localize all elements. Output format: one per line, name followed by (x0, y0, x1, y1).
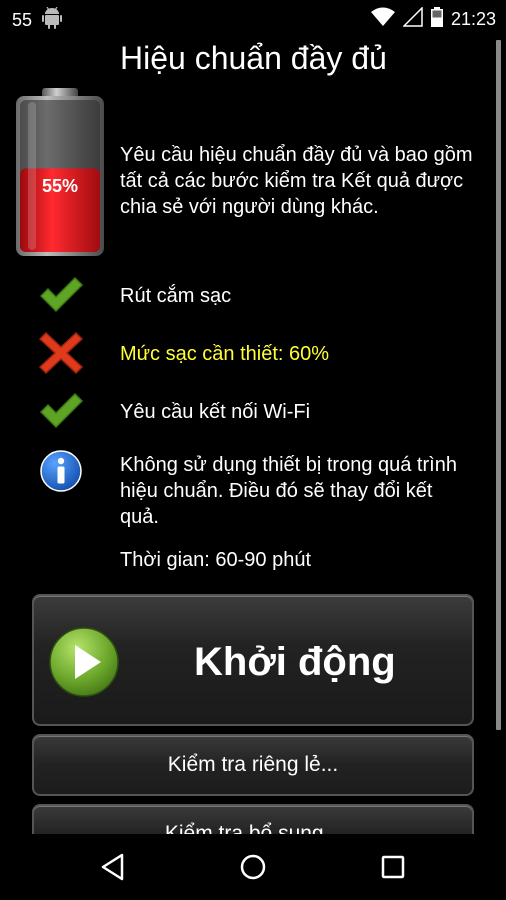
status-bar-right: 21:23 (370, 6, 496, 32)
status-bar-left: 55 (12, 6, 63, 34)
requirement-text: Rút cắm sạc (120, 285, 232, 307)
wifi-icon (370, 7, 395, 32)
requirement-text-line: quả. (120, 506, 159, 528)
recents-icon[interactable] (378, 852, 408, 882)
check-icon (38, 272, 84, 318)
cross-icon (38, 330, 84, 376)
notification-count: 55 (12, 10, 33, 30)
requirement-text-line: hiệu chuẩn. Điều đó sẽ thay đổi kết (120, 480, 433, 502)
scrollbar[interactable] (496, 40, 501, 730)
battery-percent-label: 55% (41, 176, 79, 196)
requirement-text: Mức sạc cần thiết: 60% (120, 343, 330, 365)
check-icon (38, 388, 84, 434)
page-title: Hiệu chuẩn đầy đủ (120, 40, 387, 76)
requirement-text: Yêu cầu kết nối Wi-Fi (120, 401, 311, 423)
description-line: tất cả các bước kiểm tra Kết quả được (120, 170, 464, 192)
requirement-text-line: Không sử dụng thiết bị trong quá trình (120, 454, 457, 476)
individual-test-label: Kiểm tra riêng lẻ... (167, 753, 339, 776)
navigation-bar (0, 834, 506, 900)
description-line: Yêu cầu hiệu chuẩn đầy đủ và bao gồm (120, 144, 473, 166)
start-button[interactable]: Khởi động (32, 594, 474, 726)
android-icon (42, 6, 63, 34)
description-line: chia sẻ với người dùng khác. (120, 196, 379, 218)
status-bar: 55 21:23 (0, 0, 506, 36)
individual-test-button[interactable]: Kiểm tra riêng lẻ... (32, 734, 474, 796)
home-icon[interactable] (238, 852, 268, 882)
info-icon (40, 450, 82, 492)
duration-text: Thời gian: 60-90 phút (120, 549, 312, 571)
battery-level-graphic: 55% (14, 86, 106, 258)
back-icon[interactable] (98, 852, 128, 882)
description: Yêu cầu hiệu chuẩn đầy đủ và bao gồm tất… (120, 142, 496, 220)
requirement-text: Không sử dụng thiết bị trong quá trình h… (120, 452, 496, 530)
signal-icon (402, 6, 423, 32)
clock: 21:23 (450, 9, 496, 29)
play-icon (48, 626, 120, 698)
start-button-label: Khởi động (194, 640, 396, 684)
battery-icon (430, 7, 443, 32)
